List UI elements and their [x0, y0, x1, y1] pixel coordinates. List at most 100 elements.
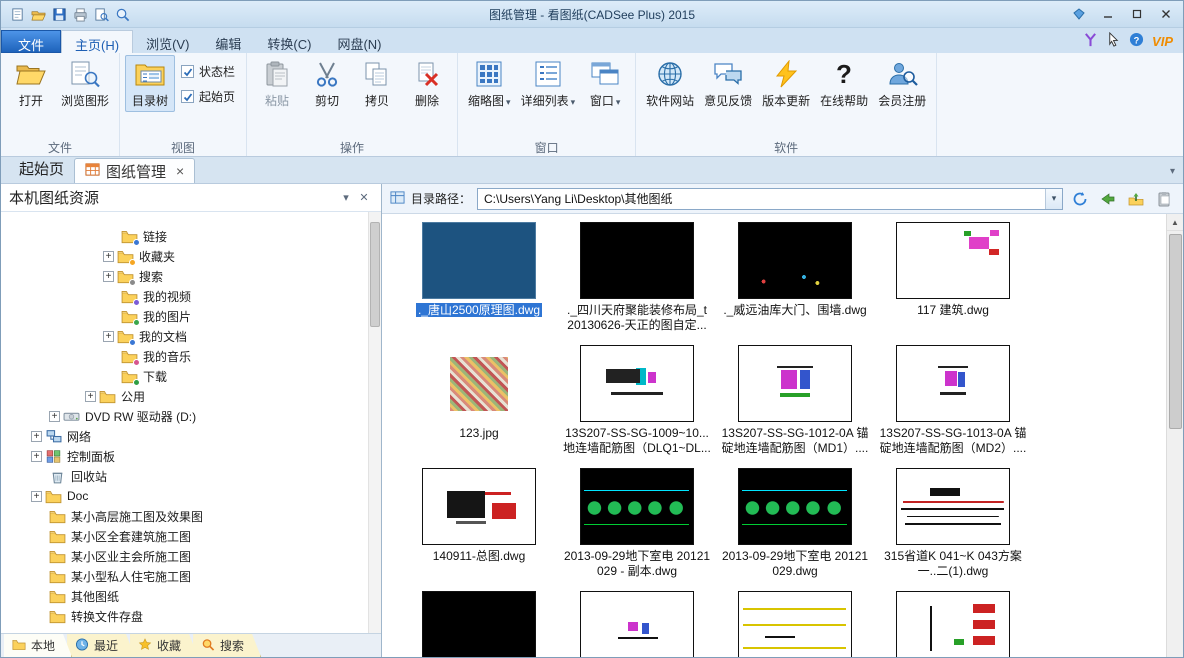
file-thumbnail[interactable]	[738, 468, 852, 545]
file-thumbnail[interactable]	[896, 468, 1010, 545]
thumbnail-view-button[interactable]: 缩略图▾	[463, 55, 516, 112]
directory-tree-button[interactable]: 目录树	[125, 55, 175, 112]
file-item[interactable]	[720, 591, 870, 657]
pane-close-icon[interactable]: ✕	[355, 191, 373, 204]
tree-item[interactable]: 我的音乐	[1, 346, 368, 366]
tree-item[interactable]: +公用	[1, 386, 368, 406]
file-thumbnail[interactable]	[422, 591, 536, 657]
print-icon[interactable]	[72, 6, 89, 22]
file-thumbnail[interactable]	[580, 591, 694, 657]
tab-start-page[interactable]: 起始页	[9, 154, 74, 183]
file-thumbnail[interactable]	[738, 222, 852, 299]
close-tab-icon[interactable]: ×	[176, 163, 184, 179]
refresh-button[interactable]	[1069, 188, 1091, 210]
file-thumbnail[interactable]	[738, 345, 852, 422]
cut-button[interactable]: 剪切	[302, 55, 352, 112]
software-website-button[interactable]: 软件网站	[641, 55, 699, 112]
file-item[interactable]: 2013-09-29地下室电 20121029.dwg	[720, 468, 870, 591]
gem-icon[interactable]	[1065, 5, 1092, 24]
expand-plus-icon[interactable]: +	[49, 411, 60, 422]
print-preview-icon[interactable]	[93, 6, 110, 22]
expand-plus-icon[interactable]: +	[31, 451, 42, 462]
file-item[interactable]: ._四川天府聚能装修布局_t 20130626-天正的图自定...	[562, 222, 712, 345]
tree-item[interactable]: 回收站	[1, 466, 368, 486]
page-zoom-icon[interactable]	[114, 6, 131, 22]
tree-item[interactable]: +控制面板	[1, 446, 368, 466]
tree-item[interactable]: 链接	[1, 226, 368, 246]
file-item[interactable]	[878, 591, 1028, 657]
file-thumbnail[interactable]	[896, 222, 1010, 299]
startpage-checkbox[interactable]: 起始页	[181, 88, 235, 105]
tab-convert[interactable]: 转换(C)	[254, 30, 324, 53]
sidebar-tab-搜索[interactable]: 搜索	[193, 634, 261, 657]
file-thumbnail[interactable]	[580, 468, 694, 545]
new-document-icon[interactable]	[9, 6, 26, 22]
tree-scrollbar[interactable]	[368, 212, 381, 633]
tree-item[interactable]: 下载	[1, 366, 368, 386]
tree-item[interactable]: +DVD RW 驱动器 (D:)	[1, 406, 368, 426]
file-thumbnail[interactable]	[422, 222, 536, 299]
tree-item[interactable]: +网络	[1, 426, 368, 446]
open-button[interactable]: 打开	[6, 55, 56, 112]
file-thumbnail[interactable]	[422, 468, 536, 545]
tree-item[interactable]: +Doc	[1, 486, 368, 506]
file-thumbnail[interactable]	[896, 345, 1010, 422]
combo-dropdown-icon[interactable]: ▾	[1045, 189, 1062, 209]
expand-plus-icon[interactable]: +	[103, 271, 114, 282]
expand-plus-icon[interactable]: +	[103, 251, 114, 262]
tree-item[interactable]: 其他图纸	[1, 586, 368, 606]
file-thumbnail[interactable]	[738, 591, 852, 657]
tree-item[interactable]: 某小高层施工图及效果图	[1, 506, 368, 526]
statusbar-checkbox[interactable]: 状态栏	[181, 63, 235, 80]
online-help-button[interactable]: ? 在线帮助	[815, 55, 873, 112]
file-item[interactable]: ._威远油库大门、围墙.dwg	[720, 222, 870, 345]
maximize-button[interactable]	[1123, 5, 1150, 24]
version-update-button[interactable]: 版本更新	[757, 55, 815, 112]
tree-item[interactable]: +搜索	[1, 266, 368, 286]
file-item[interactable]: 2013-09-29地下室电 20121029 - 副本.dwg	[562, 468, 712, 591]
window-button[interactable]: 窗口▾	[580, 55, 630, 112]
tree-item[interactable]: 某小区全套建筑施工图	[1, 526, 368, 546]
save-icon[interactable]	[51, 6, 68, 22]
expand-plus-icon[interactable]: +	[103, 331, 114, 342]
sidebar-tab-收藏[interactable]: 收藏	[130, 634, 198, 657]
expand-plus-icon[interactable]: +	[85, 391, 96, 402]
browse-drawings-button[interactable]: 浏览图形	[56, 55, 114, 112]
tree-item[interactable]: 转换文件存盘	[1, 606, 368, 626]
tab-edit[interactable]: 编辑	[202, 30, 254, 53]
tree-item[interactable]: 某小型私人住宅施工图	[1, 566, 368, 586]
file-item[interactable]: 315省道K 041~K 043方案一..二(1).dwg	[878, 468, 1028, 591]
file-thumbnail[interactable]	[422, 345, 536, 422]
open-file-icon[interactable]	[30, 6, 47, 22]
path-input[interactable]	[478, 192, 1045, 206]
tree-item[interactable]: 某小区业主会所施工图	[1, 546, 368, 566]
minimize-button[interactable]	[1094, 5, 1121, 24]
scroll-up-icon[interactable]: ▲	[1167, 214, 1184, 231]
path-combobox[interactable]: ▾	[477, 188, 1063, 210]
file-item[interactable]: 140911-总图.dwg	[404, 468, 554, 591]
tab-file[interactable]: 文件	[1, 30, 61, 53]
copy-button[interactable]: 拷贝	[352, 55, 402, 112]
pane-menu-chevron-icon[interactable]: ▾	[337, 191, 355, 204]
clipboard-button[interactable]	[1153, 188, 1175, 210]
sidebar-tab-本地[interactable]: 本地	[4, 634, 72, 657]
file-item[interactable]	[404, 591, 554, 657]
feedback-button[interactable]: 意见反馈	[699, 55, 757, 112]
help-icon[interactable]: ?	[1129, 32, 1144, 50]
file-item[interactable]	[562, 591, 712, 657]
back-button[interactable]	[1097, 188, 1119, 210]
vip-badge[interactable]: VIP	[1152, 34, 1173, 49]
expand-plus-icon[interactable]: +	[31, 431, 42, 442]
pointer-icon[interactable]	[1106, 32, 1121, 50]
tab-netdisk[interactable]: 网盘(N)	[324, 30, 394, 53]
tree-scrollbar-thumb[interactable]	[370, 222, 380, 327]
sidebar-tab-最近[interactable]: 最近	[67, 634, 135, 657]
file-item[interactable]: 123.jpg	[404, 345, 554, 468]
tab-drawing-management[interactable]: 图纸管理 ×	[74, 158, 195, 183]
file-thumbnail[interactable]	[580, 345, 694, 422]
file-item[interactable]: 117 建筑.dwg	[878, 222, 1028, 345]
tab-view[interactable]: 浏览(V)	[133, 30, 202, 53]
file-thumbnail[interactable]	[896, 591, 1010, 657]
detail-list-button[interactable]: 详细列表▾	[516, 55, 581, 112]
member-register-button[interactable]: 会员注册	[873, 55, 931, 112]
